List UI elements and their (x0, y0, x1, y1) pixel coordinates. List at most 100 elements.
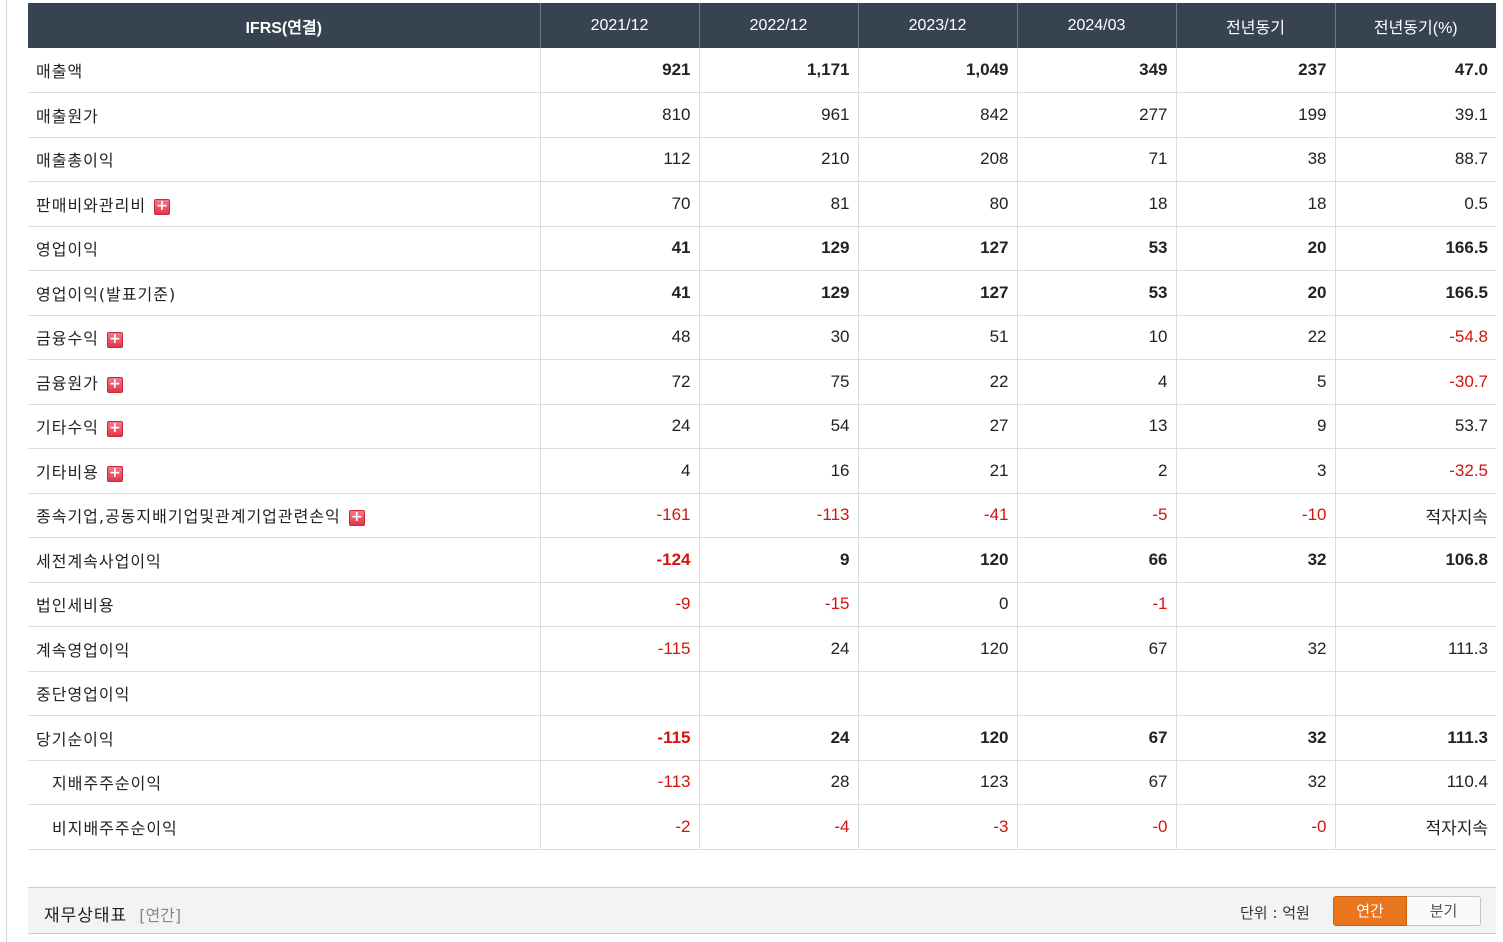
table-row: 영업이익(발표기준) 41 129 127 53 20 166.5 (28, 270, 1496, 316)
row-label: 비지배주주순이익 (28, 804, 540, 850)
cell-value (1175, 582, 1335, 627)
section-subtitle: [연간] (139, 906, 182, 925)
table-row: 비지배주주순이익 -2 -4 -3 -0 -0 적자지속 (28, 804, 1496, 850)
row-label-text: 중단영업이익 (36, 685, 131, 705)
table-row: 영업이익 41 129 127 53 20 166.5 (28, 226, 1496, 271)
cell-value: 적자지속 (1334, 493, 1496, 538)
row-label: 계속영업이익 (28, 626, 540, 672)
cell-value: 3 (1175, 448, 1335, 494)
expand-plus-icon[interactable]: + (106, 421, 123, 438)
table-body: 매출액 921 1,171 1,049 349 237 47.0 매출원가 810 961 842 2… (28, 48, 1496, 850)
cell-value: 349 (1016, 48, 1176, 93)
header-col-2023-12: 2023/12 (857, 3, 1017, 48)
cell-value: 54 (698, 404, 858, 449)
row-label-text: 영업이익(발표기준) (36, 284, 177, 304)
cell-value: 53 (1016, 226, 1176, 271)
cell-value: 67 (1016, 715, 1176, 761)
row-label: 당기순이익 (28, 715, 540, 761)
cell-value: 22 (1175, 315, 1335, 360)
cell-value: 72 (539, 359, 699, 405)
cell-value: 18 (1016, 181, 1176, 227)
cell-value: 53.7 (1334, 404, 1496, 449)
cell-value: 47.0 (1334, 48, 1496, 93)
cell-value: 2 (1016, 448, 1176, 494)
cell-value: -54.8 (1334, 315, 1496, 360)
cell-value: -10 (1175, 493, 1335, 538)
expand-plus-icon[interactable]: + (154, 198, 171, 215)
cell-value: 0 (857, 582, 1017, 627)
cell-value: 129 (698, 270, 858, 316)
cell-value: 111.3 (1334, 626, 1496, 672)
table-header-row: IFRS(연결) 2021/12 2022/12 2023/12 2024/03… (28, 3, 1496, 48)
cell-value: -30.7 (1334, 359, 1496, 405)
cell-value: 106.8 (1334, 537, 1496, 583)
cell-value: 0.5 (1334, 181, 1496, 227)
cell-value: 22 (857, 359, 1017, 405)
row-label[interactable]: 금융원가 + (28, 359, 540, 405)
row-label-text: 매출원가 (36, 106, 99, 126)
cell-value: -32.5 (1334, 448, 1496, 494)
cell-value: 30 (698, 315, 858, 360)
cell-value: 5 (1175, 359, 1335, 405)
row-label: 법인세비용 (28, 582, 540, 627)
cell-value: 70 (539, 181, 699, 227)
cell-value: 41 (539, 226, 699, 271)
expand-plus-icon[interactable]: + (348, 510, 365, 527)
period-toggle: 연간 분기 (1333, 896, 1481, 926)
cell-value: -113 (698, 493, 858, 538)
cell-value: 961 (698, 92, 858, 138)
table-row: 금융원가 +72 75 22 4 5 -30.7 (28, 359, 1496, 405)
row-label: 중단영업이익 (28, 671, 540, 716)
table-row: 계속영업이익 -115 24 120 67 32 111.3 (28, 626, 1496, 672)
expand-plus-icon[interactable]: + (106, 376, 123, 393)
table-row: 매출총이익 112 210 208 71 38 88.7 (28, 137, 1496, 182)
cell-value: 166.5 (1334, 270, 1496, 316)
cell-value: 9 (1175, 404, 1335, 449)
table-row: 세전계속사업이익 -124 9 120 66 32 106.8 (28, 537, 1496, 583)
row-label-text: 기타수익 (36, 418, 99, 438)
header-col-2021-12: 2021/12 (539, 3, 699, 48)
row-label[interactable]: 기타수익 + (28, 404, 540, 449)
cell-value: 24 (539, 404, 699, 449)
row-label-text: 영업이익 (36, 240, 99, 260)
table-row: 매출액 921 1,171 1,049 349 237 47.0 (28, 48, 1496, 93)
cell-value: 277 (1016, 92, 1176, 138)
header-col-2022-12: 2022/12 (698, 3, 858, 48)
header-label-ifrs: IFRS(연결) (28, 3, 540, 48)
row-label[interactable]: 판매비와관리비 + (28, 181, 540, 227)
cell-value: 18 (1175, 181, 1335, 227)
table-row: 지배주주순이익 -113 28 123 67 32 110.4 (28, 760, 1496, 805)
tab-quarterly[interactable]: 분기 (1407, 896, 1481, 926)
table-row: 종속기업,공동지배기업및관계기업관련손익 + -161 -113 -41 -5 -10 적자지… (28, 493, 1496, 538)
cell-value: 80 (857, 181, 1017, 227)
tab-annual[interactable]: 연간 (1333, 896, 1407, 926)
row-label-text: 당기순이익 (36, 729, 115, 749)
cell-value: 48 (539, 315, 699, 360)
cell-value: 4 (539, 448, 699, 494)
cell-value: 166.5 (1334, 226, 1496, 271)
cell-value: 67 (1016, 760, 1176, 805)
cell-value (698, 671, 858, 716)
cell-value: 28 (698, 760, 858, 805)
row-label: 영업이익 (28, 226, 540, 271)
expand-plus-icon[interactable]: + (106, 465, 123, 482)
cell-value: 120 (857, 715, 1017, 761)
row-label-text: 기타비용 (36, 462, 99, 482)
row-label[interactable]: 종속기업,공동지배기업및관계기업관련손익 + (28, 493, 540, 538)
section-title: 재무상태표 [연간] (44, 901, 181, 926)
cell-value (1175, 671, 1335, 716)
expand-plus-icon[interactable]: + (106, 332, 123, 349)
cell-value: -113 (539, 760, 699, 805)
cell-value: 20 (1175, 270, 1335, 316)
cell-value (539, 671, 699, 716)
cell-value (1334, 582, 1496, 627)
row-label[interactable]: 금융수익 + (28, 315, 540, 360)
cell-value: 적자지속 (1334, 804, 1496, 850)
cell-value: 237 (1175, 48, 1335, 93)
cell-value: 66 (1016, 537, 1176, 583)
cell-value: 921 (539, 48, 699, 93)
row-label[interactable]: 기타비용 + (28, 448, 540, 494)
cell-value: 10 (1016, 315, 1176, 360)
table-row: 기타수익 +24 54 27 13 9 53.7 (28, 404, 1496, 449)
cell-value: 842 (857, 92, 1017, 138)
